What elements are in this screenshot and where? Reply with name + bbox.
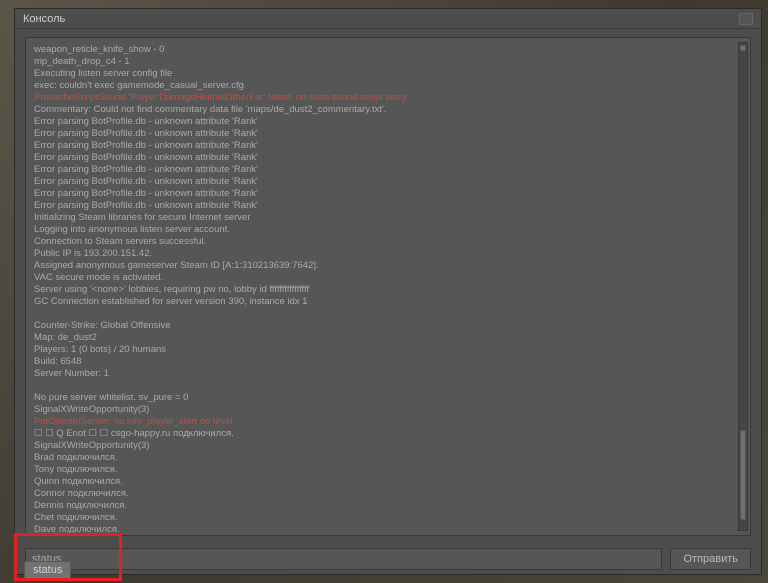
console-line: VAC secure mode is activated. [34,272,742,284]
console-line: PrecacheScriptSound 'Player.DamageHelmet… [34,92,742,104]
console-line: Brad подключился. [34,452,742,464]
console-line: Chet подключился. [34,512,742,524]
console-line: Tony подключился. [34,464,742,476]
console-line: Dave подключился. [34,524,742,536]
console-line [34,380,742,392]
console-line: Assigned anonymous gameserver Steam ID [… [34,260,742,272]
console-line: Connection to Steam servers successful. [34,236,742,248]
window-controls [739,13,753,25]
console-line: Commentary: Could not find commentary da… [34,104,742,116]
console-line: No pure server whitelist. sv_pure = 0 [34,392,742,404]
autocomplete-suggestion[interactable]: status [24,561,71,579]
console-line: Error parsing BotProfile.db - unknown at… [34,128,742,140]
console-line: Error parsing BotProfile.db - unknown at… [34,164,742,176]
console-input[interactable] [25,548,662,570]
console-line: ☐ ☐ Q Enot ☐ ☐ csgo-happy.ru подключился… [34,428,742,440]
scrollbar-thumb[interactable] [740,430,746,520]
console-line: Public IP is 193.200.151.42. [34,248,742,260]
console-line: Build: 6548 [34,356,742,368]
console-line: GC Connection established for server ver… [34,296,742,308]
console-line: Error parsing BotProfile.db - unknown at… [34,140,742,152]
console-body: weapon_reticle_knife_show - 0mp_death_dr… [15,29,761,544]
console-line [34,308,742,320]
console-line: weapon_reticle_knife_show - 0 [34,44,742,56]
scrollbar-track[interactable] [738,42,748,531]
console-line: Error parsing BotProfile.db - unknown at… [34,188,742,200]
console-output: weapon_reticle_knife_show - 0mp_death_dr… [25,37,751,536]
console-line: Players: 1 (0 bots) / 20 humans [34,344,742,356]
console-line: Quinn подключился. [34,476,742,488]
console-line: Error parsing BotProfile.db - unknown at… [34,152,742,164]
console-line: exec: couldn't exec gamemode_casual_serv… [34,80,742,92]
console-line: Executing listen server config file [34,68,742,80]
scrollbar-arrow-up[interactable] [740,45,746,51]
title-bar: Консоль [15,9,761,29]
console-line: Map: de_dust2 [34,332,742,344]
console-line: Logging into anonymous listen server acc… [34,224,742,236]
console-line: Error parsing BotProfile.db - unknown at… [34,200,742,212]
console-line: mp_death_drop_c4 - 1 [34,56,742,68]
console-line: Counter-Strike: Global Offensive [34,320,742,332]
console-line: Server Number: 1 [34,368,742,380]
console-line: Initializing Steam libraries for secure … [34,212,742,224]
console-line: SignalXWriteOpportunity(3) [34,404,742,416]
console-window: Консоль weapon_reticle_knife_show - 0mp_… [14,8,762,575]
console-line: Server using '<none>' lobbies, requiring… [34,284,742,296]
window-title: Консоль [23,13,739,25]
console-line: PutClientInServer: no info_player_start … [34,416,742,428]
input-row: Отправить [15,544,761,574]
maximize-button[interactable] [739,13,753,25]
console-line: Connor подключился. [34,488,742,500]
console-line: Dennis подключился. [34,500,742,512]
console-line: Error parsing BotProfile.db - unknown at… [34,116,742,128]
console-line: SignalXWriteOpportunity(3) [34,440,742,452]
send-button[interactable]: Отправить [670,548,751,570]
console-line: Error parsing BotProfile.db - unknown at… [34,176,742,188]
